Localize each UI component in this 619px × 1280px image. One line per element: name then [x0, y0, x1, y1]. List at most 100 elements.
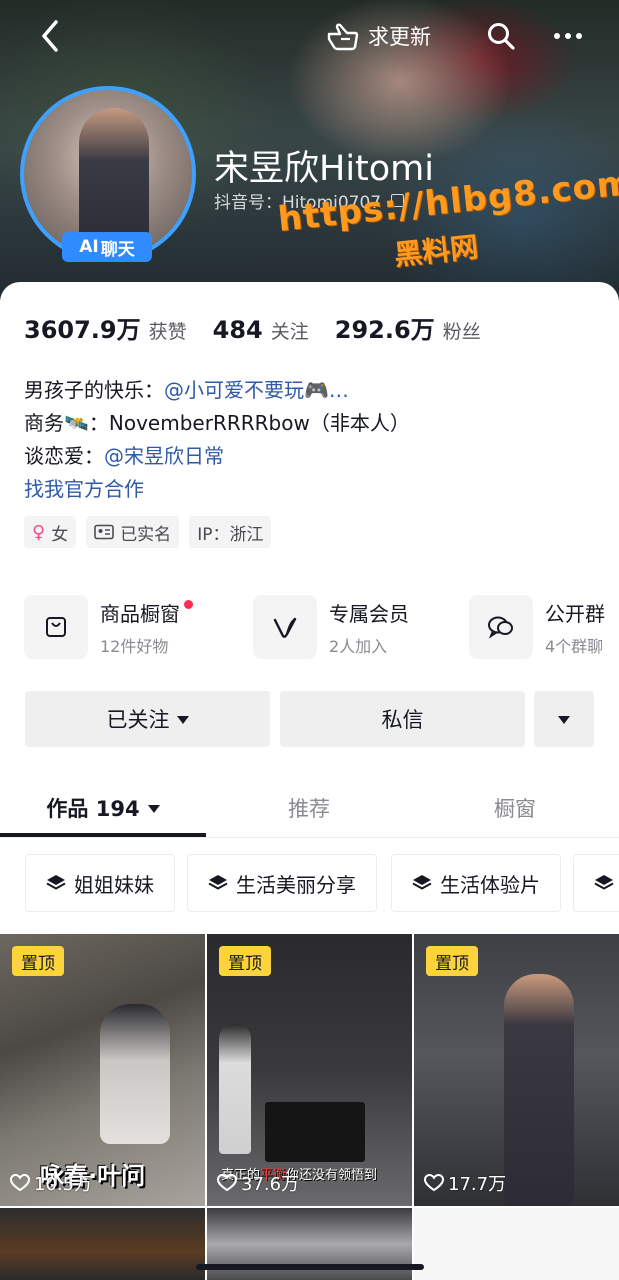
video-likes: 10.5万: [10, 1170, 92, 1196]
followed-label: 已关注: [106, 708, 170, 732]
message-label: 私信: [381, 708, 424, 732]
service-shop-window[interactable]: 商品橱窗 12件好物: [24, 594, 193, 660]
video-thumbnail: [265, 1102, 365, 1162]
likes-count: 37.6万: [241, 1174, 300, 1195]
stats-row: 3607.9万 获赞 484 关注 292.6万 粉丝: [24, 310, 507, 345]
caret-down-icon: [558, 716, 570, 724]
service-title: 专属会员: [329, 601, 409, 626]
poke-hand-icon: [327, 23, 359, 51]
top-bar: 求更新: [0, 0, 619, 72]
likes-count: 10.5万: [34, 1174, 93, 1195]
ai-badge-ai: AI: [79, 237, 99, 257]
tab-label: 作品 194: [46, 797, 140, 821]
stat-value: 292.6万: [334, 316, 435, 344]
video-tile[interactable]: 置顶 咏春·叶问 10.5万: [0, 934, 205, 1206]
bio-line: 男孩子的快乐： @小可爱不要玩🎮…: [24, 374, 410, 407]
profile-nickname: 宋昱欣Hitomi: [214, 149, 434, 189]
heart-icon: [10, 1174, 30, 1192]
video-grid: 置顶 咏春·叶问 10.5万 置顶 真正的平衡你还没有领悟到 37.6万 置顶 …: [0, 934, 619, 1280]
verified-tag: 已实名: [86, 516, 180, 548]
stat-value: 3607.9万: [24, 316, 141, 344]
video-tile[interactable]: [414, 1208, 619, 1280]
notification-dot: [184, 599, 193, 609]
video-likes: 17.7万: [424, 1170, 506, 1196]
ip-label: IP：浙江: [197, 524, 264, 545]
profile-tags: ♀ 女 已实名 IP：浙江: [24, 516, 272, 548]
collection-chip[interactable]: 生活体验片: [391, 854, 561, 912]
heart-icon: [424, 1174, 444, 1192]
bio-text: 男孩子的快乐：: [24, 378, 164, 402]
back-button[interactable]: [34, 18, 66, 54]
ai-badge-label: 聊天: [100, 239, 135, 260]
video-thumbnail-figure: [219, 1024, 251, 1154]
collections-row: 姐姐妹妹 生活美丽分享 生活体验片: [25, 854, 619, 914]
stat-label: 获赞: [148, 321, 187, 343]
avatar[interactable]: AI 聊天: [20, 86, 196, 262]
video-tile[interactable]: 置顶 17.7万: [414, 934, 619, 1206]
video-thumbnail: [504, 974, 574, 1206]
stat-following[interactable]: 484 关注: [213, 316, 309, 344]
verified-label: 已实名: [120, 524, 172, 545]
caret-down-icon: [176, 716, 189, 724]
active-tab-indicator: [0, 833, 206, 837]
tab-shop-window[interactable]: 橱窗: [412, 782, 618, 834]
more-actions-button[interactable]: [534, 691, 594, 747]
collection-label: 生活体验片: [440, 872, 540, 897]
services-row: 商品橱窗 12件好物 专属会员 2人加入 公开群 4个群聊: [24, 594, 619, 664]
action-buttons: 已关注 私信: [25, 691, 595, 749]
more-dots-icon: [554, 33, 582, 39]
bio-line: 谈恋爱： @宋昱欣日常: [24, 440, 410, 473]
bio-text: 商务🛰️：NovemberRRRRbow（非本人）: [24, 411, 410, 435]
search-icon: [488, 23, 515, 50]
shopping-bag-icon: [24, 595, 88, 659]
home-indicator: [196, 1264, 424, 1270]
collection-label: 姐姐妹妹: [74, 872, 154, 897]
ai-chat-badge[interactable]: AI 聊天: [62, 232, 152, 262]
profile-card: 3607.9万 获赞 484 关注 292.6万 粉丝 男孩子的快乐： @小可爱…: [0, 282, 619, 1280]
request-update-button[interactable]: 求更新: [326, 18, 431, 54]
bio-line: 商务🛰️：NovemberRRRRbow（非本人）: [24, 407, 410, 440]
content-tabs: 作品 194 推荐 橱窗: [0, 782, 619, 838]
message-button[interactable]: 私信: [280, 691, 525, 747]
service-subtitle: 4个群聊: [545, 636, 604, 656]
tab-recommend[interactable]: 推荐: [206, 782, 412, 834]
collection-chip[interactable]: [573, 854, 619, 912]
bio-line: 找我官方合作: [24, 473, 410, 506]
request-update-label: 求更新: [368, 25, 431, 49]
bio: 男孩子的快乐： @小可爱不要玩🎮… 商务🛰️：NovemberRRRRbow（非…: [24, 374, 410, 506]
layers-icon: [208, 875, 228, 890]
ip-tag: IP：浙江: [189, 516, 272, 548]
collection-label: 生活美丽分享: [236, 872, 356, 897]
followed-button[interactable]: 已关注: [25, 691, 270, 747]
service-membership[interactable]: 专属会员 2人加入: [253, 594, 409, 660]
collection-chip[interactable]: 姐姐妹妹: [25, 854, 175, 912]
stat-followers[interactable]: 292.6万 粉丝: [335, 310, 481, 345]
video-tile[interactable]: 置顶 真正的平衡你还没有领悟到 37.6万: [207, 934, 412, 1206]
service-subtitle: 2人加入: [329, 636, 388, 656]
service-group-chat[interactable]: 公开群 4个群聊: [469, 594, 605, 660]
gender-tag: ♀ 女: [24, 516, 77, 548]
bio-mention-link[interactable]: @小可爱不要玩🎮…: [164, 374, 349, 407]
chevron-left-icon: [42, 20, 58, 52]
collection-chip[interactable]: 生活美丽分享: [187, 854, 377, 912]
service-title: 商品橱窗: [100, 598, 193, 627]
stat-likes[interactable]: 3607.9万 获赞: [24, 310, 187, 345]
tab-works[interactable]: 作品 194: [0, 782, 206, 834]
bio-text: 谈恋爱：: [24, 444, 104, 468]
more-options-button[interactable]: [550, 18, 586, 54]
video-tile[interactable]: [0, 1208, 205, 1280]
layers-icon: [594, 875, 614, 890]
tab-label: 推荐: [288, 797, 330, 821]
stat-label: 关注: [270, 321, 309, 343]
service-subtitle: 12件好物: [100, 636, 169, 656]
search-button[interactable]: [484, 18, 518, 54]
official-cooperation-link[interactable]: 找我官方合作: [24, 473, 144, 506]
layers-icon: [46, 875, 66, 890]
layers-icon: [412, 875, 432, 890]
pinned-badge: 置顶: [426, 946, 478, 976]
bio-mention-link[interactable]: @宋昱欣日常: [104, 440, 224, 473]
pinned-badge: 置顶: [219, 946, 271, 976]
v-membership-icon: [253, 595, 317, 659]
female-icon: ♀: [32, 521, 46, 543]
pinned-badge: 置顶: [12, 946, 64, 976]
